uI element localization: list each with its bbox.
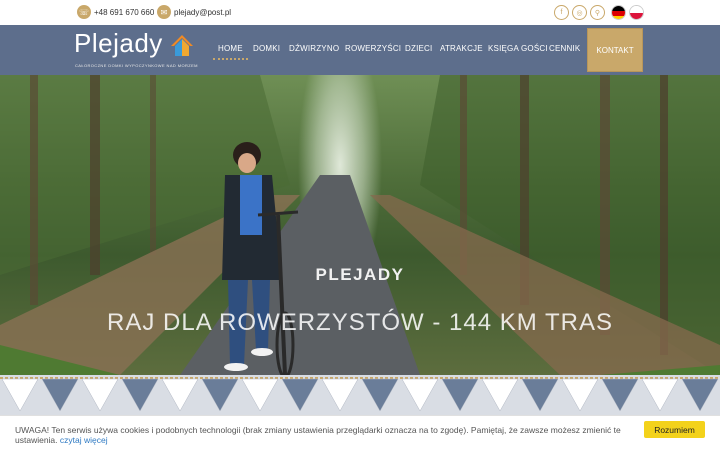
bunting-flag — [121, 378, 159, 412]
nav-dzieci[interactable]: DZIECI — [405, 44, 432, 53]
nav-atrakcje[interactable]: ATRAKCJE — [440, 44, 483, 53]
house-logo-icon — [171, 35, 193, 56]
nav-kontakt-button[interactable]: KONTAKT — [587, 28, 643, 72]
logo-tagline: CAŁOROCZNE DOMKI WYPOCZYNKOWE NAD MORZEM — [75, 63, 198, 68]
cookie-message: UWAGA! Ten serwis używa cookies i podobn… — [15, 425, 625, 445]
active-nav-indicator — [213, 58, 248, 61]
cookie-read-more-link[interactable]: czytaj więcej — [60, 435, 108, 445]
nav-domki[interactable]: DOMKI — [253, 44, 280, 53]
nav-dzwirzyno[interactable]: DŹWIRZYNO — [289, 44, 339, 53]
bunting-flag — [161, 378, 199, 412]
phone-number[interactable]: +48 691 670 660 — [94, 8, 154, 17]
bunting-flag — [521, 378, 559, 412]
logo-text[interactable]: Plejady — [74, 28, 163, 59]
bunting-flag — [681, 378, 719, 412]
phone-icon: ☏ — [77, 5, 91, 19]
bunting-decoration — [0, 375, 720, 415]
pl-flag-icon[interactable] — [629, 5, 644, 20]
bunting-flag — [41, 378, 79, 412]
bunting-flag — [281, 378, 319, 412]
bunting-flags — [0, 377, 720, 412]
hero-title: PLEJADY — [315, 265, 405, 284]
instagram-icon[interactable]: ◎ — [572, 5, 587, 20]
nav-ksiega-gosci[interactable]: KSIĘGA GOŚCI — [488, 44, 548, 53]
nav-rowerzysci[interactable]: ROWERZYŚCI — [345, 44, 401, 53]
email-contact[interactable]: ✉ plejady@post.pl — [157, 5, 231, 19]
nav-home[interactable]: HOME — [218, 44, 243, 53]
nav-cennik[interactable]: CENNIK — [549, 44, 580, 53]
bunting-flag — [201, 378, 239, 412]
bunting-flag — [401, 378, 439, 412]
facebook-icon[interactable]: f — [554, 5, 569, 20]
hero-subtitle: RAJ DLA ROWERZYSTÓW - 144 KM TRAS — [107, 309, 613, 336]
location-pin-icon[interactable]: ⚲ — [590, 5, 605, 20]
phone-contact[interactable]: ☏ +48 691 670 660 — [77, 5, 154, 19]
bunting-flag — [1, 378, 39, 412]
cookie-accept-button[interactable]: Rozumiem — [644, 421, 705, 438]
bunting-flag — [241, 378, 279, 412]
top-bar: ☏ +48 691 670 660 ✉ plejady@post.pl f ◎ … — [0, 0, 720, 25]
bunting-flag — [321, 378, 359, 412]
email-address[interactable]: plejady@post.pl — [174, 8, 231, 17]
bunting-flag — [441, 378, 479, 412]
envelope-icon: ✉ — [157, 5, 171, 19]
bunting-flag — [361, 378, 399, 412]
bunting-flag — [481, 378, 519, 412]
bunting-flag — [81, 378, 119, 412]
hero-banner: PLEJADY RAJ DLA ROWERZYSTÓW - 144 KM TRA… — [0, 75, 720, 375]
bunting-flag — [641, 378, 679, 412]
de-flag-icon[interactable] — [611, 5, 626, 20]
cookie-banner: UWAGA! Ten serwis używa cookies i podobn… — [0, 415, 720, 450]
bunting-flag — [601, 378, 639, 412]
bunting-flag — [561, 378, 599, 412]
